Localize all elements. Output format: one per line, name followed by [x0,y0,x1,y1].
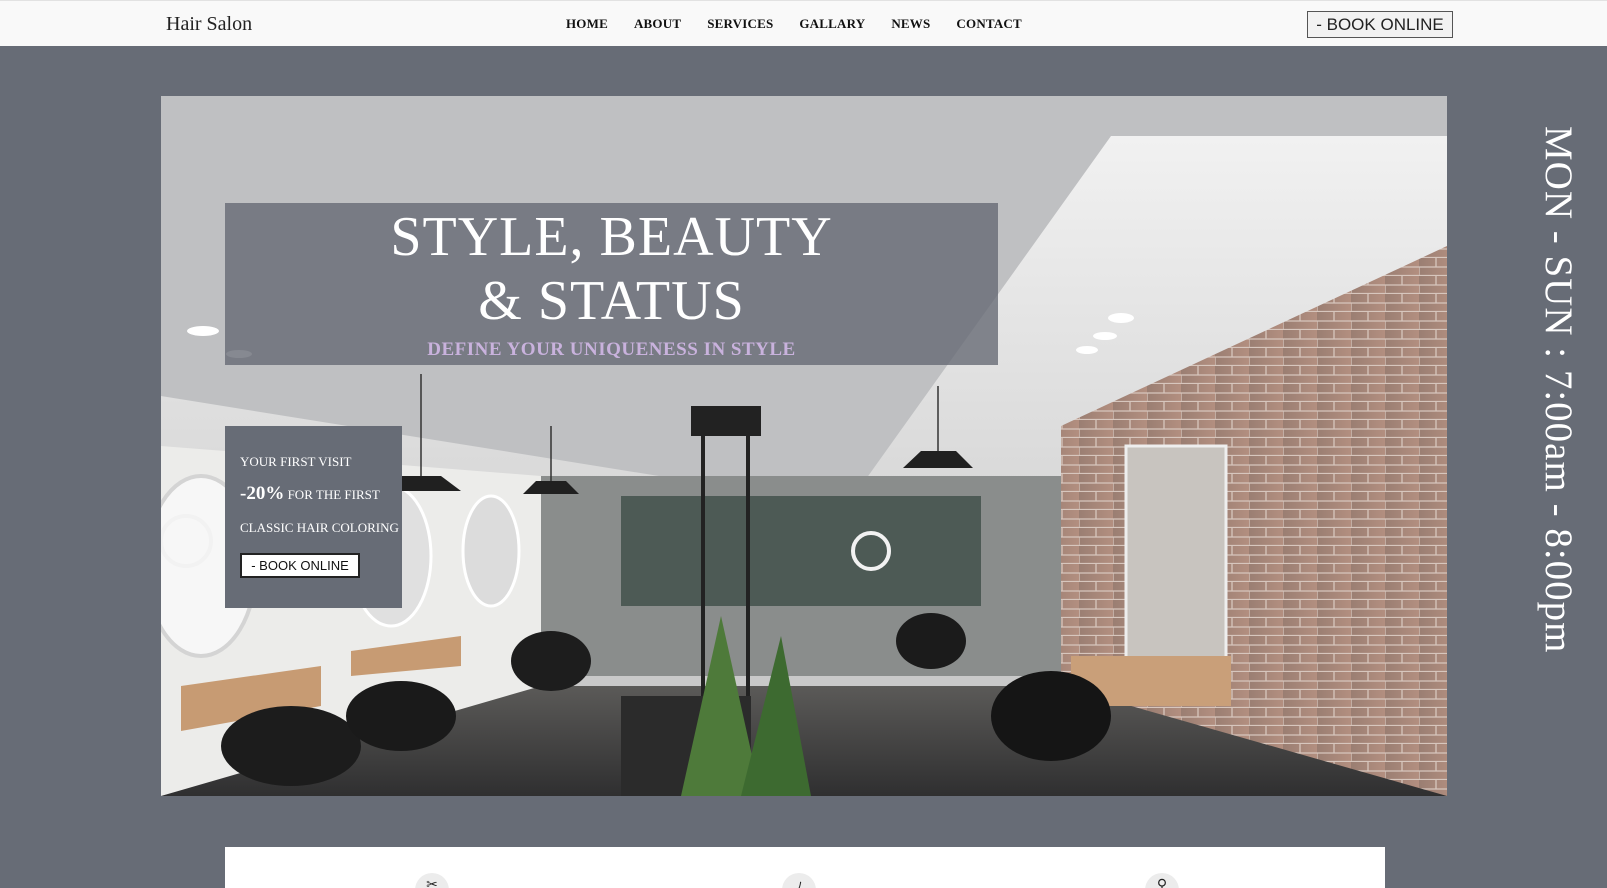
nav-about[interactable]: ABOUT [634,16,681,32]
offer-book-online-button[interactable]: - BOOK ONLINE [240,553,360,578]
comb-icon: ﾉ [782,873,816,888]
nav-contact[interactable]: CONTACT [956,16,1021,32]
headline-line-2: & STATUS [478,270,745,332]
tagline: DEFINE YOUR UNIQUENESS IN STYLE [427,339,796,360]
headline-line-1: STYLE, BEAUTY [390,206,833,268]
offer-line-3: CLASSIC HAIR COLORING [240,520,399,535]
nav-news[interactable]: NEWS [891,16,930,32]
hero-banner: STYLE, BEAUTY & STATUS DEFINE YOUR UNIQU… [161,96,1447,796]
offer-line-2-text: FOR THE FIRST [284,487,380,502]
offer-line-1: YOUR FIRST VISIT [240,454,352,469]
discount-value: -20% [240,483,285,504]
nav-home[interactable]: HOME [566,16,608,32]
pin-icon: ⚲ [1145,873,1179,888]
top-navbar: Hair Salon HOME ABOUT SERVICES GALLARY N… [0,0,1607,46]
features-panel: ✂ ﾉ ⚲ [225,847,1385,888]
scissors-icon: ✂ [415,873,449,888]
nav-gallary[interactable]: GALLARY [799,16,865,32]
main-nav: HOME ABOUT SERVICES GALLARY NEWS CONTACT [566,16,1022,32]
first-visit-offer: YOUR FIRST VISIT -20% FOR THE FIRST CLAS… [225,426,402,608]
offer-line-2: -20% FOR THE FIRST [240,483,402,505]
nav-services[interactable]: SERVICES [707,16,773,32]
site-logo[interactable]: Hair Salon [166,13,252,36]
book-online-button[interactable]: - BOOK ONLINE [1307,11,1453,38]
opening-hours: MON - SUN : 7:00am - 8:00pm [1537,126,1580,654]
headline-panel: STYLE, BEAUTY & STATUS DEFINE YOUR UNIQU… [225,203,998,365]
